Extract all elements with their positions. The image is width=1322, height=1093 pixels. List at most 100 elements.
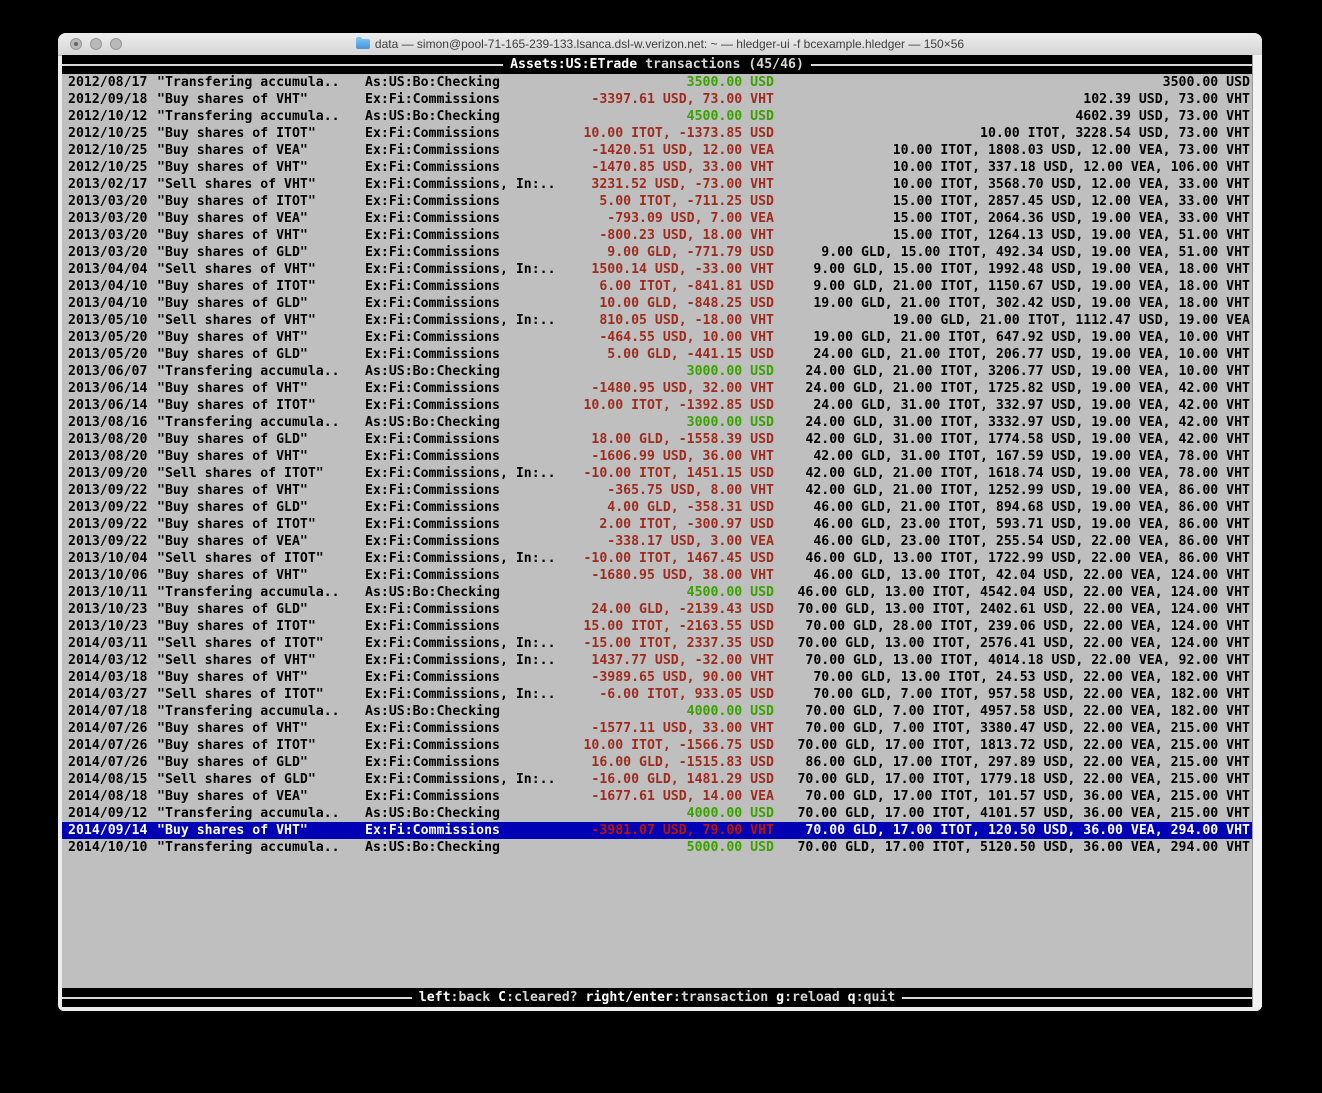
table-row[interactable]: 2014/03/12"Sell shares of VHT"Ex:Fi:Comm…: [62, 652, 1252, 669]
table-row[interactable]: 2014/09/12"Transfering accumula..As:US:B…: [62, 805, 1252, 822]
transaction-change-amount: 15.00 ITOT, -2163.55 USD: [583, 618, 774, 635]
transaction-date: 2013/09/22: [68, 533, 147, 550]
transaction-description: "Sell shares of ITOT": [157, 465, 324, 482]
table-row[interactable]: 2013/10/11"Transfering accumula..As:US:B…: [62, 584, 1252, 601]
transaction-description: "Buy shares of ITOT": [157, 278, 316, 295]
transaction-date: 2013/10/06: [68, 567, 147, 584]
header-rule-right: [811, 64, 1252, 66]
transaction-running-balance: 10.00 ITOT, 337.18 USD, 12.00 VEA, 106.0…: [893, 159, 1250, 176]
table-row[interactable]: 2014/07/26"Buy shares of VHT"Ex:Fi:Commi…: [62, 720, 1252, 737]
transaction-change-amount: 2.00 ITOT, -300.97 USD: [599, 516, 774, 533]
table-row[interactable]: 2014/08/15"Sell shares of GLD"Ex:Fi:Comm…: [62, 771, 1252, 788]
transaction-accounts: Ex:Fi:Commissions: [365, 754, 500, 771]
transaction-change-amount: 810.05 USD, -18.00 VHT: [599, 312, 774, 329]
transaction-running-balance: 70.00 GLD, 17.00 ITOT, 101.57 USD, 36.00…: [805, 788, 1250, 805]
table-row[interactable]: 2014/07/26"Buy shares of ITOT"Ex:Fi:Comm…: [62, 737, 1252, 754]
transaction-accounts: As:US:Bo:Checking: [365, 703, 500, 720]
table-row[interactable]: 2013/10/06"Buy shares of VHT"Ex:Fi:Commi…: [62, 567, 1252, 584]
transaction-accounts: Ex:Fi:Commissions, In:..: [365, 652, 556, 669]
transaction-running-balance: 24.00 GLD, 21.00 ITOT, 3206.77 USD, 19.0…: [805, 363, 1250, 380]
transaction-accounts: Ex:Fi:Commissions: [365, 193, 500, 210]
table-row[interactable]: 2013/09/22"Buy shares of ITOT"Ex:Fi:Comm…: [62, 516, 1252, 533]
table-row[interactable]: 2012/10/25"Buy shares of ITOT"Ex:Fi:Comm…: [62, 125, 1252, 142]
table-row[interactable]: 2013/03/20"Buy shares of VHT"Ex:Fi:Commi…: [62, 227, 1252, 244]
transaction-date: 2013/10/23: [68, 601, 147, 618]
transaction-change-amount: 5000.00 USD: [687, 839, 774, 856]
table-row[interactable]: 2013/08/16"Transfering accumula..As:US:B…: [62, 414, 1252, 431]
table-row[interactable]: 2013/03/20"Buy shares of ITOT"Ex:Fi:Comm…: [62, 193, 1252, 210]
table-row[interactable]: 2013/04/10"Buy shares of ITOT"Ex:Fi:Comm…: [62, 278, 1252, 295]
transaction-change-amount: 6.00 ITOT, -841.81 USD: [599, 278, 774, 295]
table-row[interactable]: 2013/10/04"Sell shares of ITOT"Ex:Fi:Com…: [62, 550, 1252, 567]
transaction-running-balance: 10.00 ITOT, 3228.54 USD, 73.00 VHT: [980, 125, 1250, 142]
table-row[interactable]: 2013/08/20"Buy shares of GLD"Ex:Fi:Commi…: [62, 431, 1252, 448]
table-row[interactable]: 2014/03/11"Sell shares of ITOT"Ex:Fi:Com…: [62, 635, 1252, 652]
table-row[interactable]: 2013/05/10"Sell shares of VHT"Ex:Fi:Comm…: [62, 312, 1252, 329]
close-button[interactable]: [70, 38, 82, 50]
transaction-accounts: Ex:Fi:Commissions: [365, 788, 500, 805]
transaction-description: "Buy shares of ITOT": [157, 193, 316, 210]
transaction-description: "Buy shares of VHT": [157, 822, 308, 839]
transaction-running-balance: 19.00 GLD, 21.00 ITOT, 647.92 USD, 19.00…: [813, 329, 1250, 346]
transaction-running-balance: 19.00 GLD, 21.00 ITOT, 302.42 USD, 19.00…: [813, 295, 1250, 312]
transaction-change-amount: 18.00 GLD, -1558.39 USD: [591, 431, 774, 448]
table-row[interactable]: 2013/05/20"Buy shares of GLD"Ex:Fi:Commi…: [62, 346, 1252, 363]
table-row[interactable]: 2014/10/10"Transfering accumula..As:US:B…: [62, 839, 1252, 856]
table-row[interactable]: 2014/03/18"Buy shares of VHT"Ex:Fi:Commi…: [62, 669, 1252, 686]
table-row[interactable]: 2013/10/23"Buy shares of GLD"Ex:Fi:Commi…: [62, 601, 1252, 618]
table-row[interactable]: 2014/07/26"Buy shares of GLD"Ex:Fi:Commi…: [62, 754, 1252, 771]
transaction-date: 2013/04/10: [68, 295, 147, 312]
table-row[interactable]: 2012/10/25"Buy shares of VEA"Ex:Fi:Commi…: [62, 142, 1252, 159]
minimize-button[interactable]: [90, 38, 102, 50]
table-row[interactable]: 2013/09/22"Buy shares of VHT"Ex:Fi:Commi…: [62, 482, 1252, 499]
transaction-description: "Sell shares of ITOT": [157, 635, 324, 652]
table-row[interactable]: 2013/09/22"Buy shares of GLD"Ex:Fi:Commi…: [62, 499, 1252, 516]
transaction-date: 2013/10/11: [68, 584, 147, 601]
scrollbar-track[interactable]: [1253, 55, 1262, 1007]
zoom-button[interactable]: [110, 38, 122, 50]
table-row[interactable]: 2013/04/10"Buy shares of GLD"Ex:Fi:Commi…: [62, 295, 1252, 312]
table-row[interactable]: 2013/06/14"Buy shares of ITOT"Ex:Fi:Comm…: [62, 397, 1252, 414]
table-row[interactable]: 2013/03/20"Buy shares of GLD"Ex:Fi:Commi…: [62, 244, 1252, 261]
table-row[interactable]: 2013/04/04"Sell shares of VHT"Ex:Fi:Comm…: [62, 261, 1252, 278]
table-row[interactable]: 2014/07/18"Transfering accumula..As:US:B…: [62, 703, 1252, 720]
transaction-date: 2012/10/25: [68, 159, 147, 176]
transaction-description: "Buy shares of VEA": [157, 142, 308, 159]
transaction-date: 2013/02/17: [68, 176, 147, 193]
transaction-accounts: As:US:Bo:Checking: [365, 839, 500, 856]
table-row[interactable]: 2014/03/27"Sell shares of ITOT"Ex:Fi:Com…: [62, 686, 1252, 703]
table-row[interactable]: 2013/05/20"Buy shares of VHT"Ex:Fi:Commi…: [62, 329, 1252, 346]
table-row[interactable]: 2013/03/20"Buy shares of VEA"Ex:Fi:Commi…: [62, 210, 1252, 227]
hint-key: C: [498, 990, 506, 1005]
transaction-accounts: Ex:Fi:Commissions, In:..: [365, 176, 556, 193]
table-row[interactable]: 2013/09/22"Buy shares of VEA"Ex:Fi:Commi…: [62, 533, 1252, 550]
window-titlebar[interactable]: data — simon@pool-71-165-239-133.lsanca.…: [58, 33, 1262, 56]
table-row[interactable]: 2012/08/17"Transfering accumula..As:US:B…: [62, 74, 1252, 91]
table-row[interactable]: 2013/06/14"Buy shares of VHT"Ex:Fi:Commi…: [62, 380, 1252, 397]
transaction-running-balance: 46.00 GLD, 13.00 ITOT, 1722.99 USD, 22.0…: [805, 550, 1250, 567]
table-row[interactable]: 2012/09/18"Buy shares of VHT"Ex:Fi:Commi…: [62, 91, 1252, 108]
transaction-running-balance: 70.00 GLD, 7.00 ITOT, 957.58 USD, 22.00 …: [813, 686, 1250, 703]
transaction-accounts: As:US:Bo:Checking: [365, 414, 500, 431]
transaction-running-balance: 70.00 GLD, 17.00 ITOT, 5120.50 USD, 36.0…: [797, 839, 1250, 856]
keybinding-footer-bar: left:back C:cleared? right/enter:transac…: [62, 988, 1252, 1007]
table-row[interactable]: 2014/08/18"Buy shares of VEA"Ex:Fi:Commi…: [62, 788, 1252, 805]
table-row[interactable]: 2013/02/17"Sell shares of VHT"Ex:Fi:Comm…: [62, 176, 1252, 193]
transaction-change-amount: 1500.14 USD, -33.00 VHT: [591, 261, 774, 278]
hint-desc: :back: [451, 990, 491, 1005]
transaction-date: 2014/07/26: [68, 720, 147, 737]
table-row[interactable]: 2013/08/20"Buy shares of VHT"Ex:Fi:Commi…: [62, 448, 1252, 465]
table-row[interactable]: 2013/09/20"Sell shares of ITOT"Ex:Fi:Com…: [62, 465, 1252, 482]
transaction-accounts: Ex:Fi:Commissions: [365, 346, 500, 363]
table-row[interactable]: 2014/09/14"Buy shares of VHT"Ex:Fi:Commi…: [62, 822, 1252, 839]
table-row[interactable]: 2012/10/25"Buy shares of VHT"Ex:Fi:Commi…: [62, 159, 1252, 176]
table-row[interactable]: 2012/10/12"Transfering accumula..As:US:B…: [62, 108, 1252, 125]
transaction-description: "Buy shares of GLD": [157, 244, 308, 261]
transaction-running-balance: 24.00 GLD, 31.00 ITOT, 332.97 USD, 19.00…: [813, 397, 1250, 414]
window-title: data — simon@pool-71-165-239-133.lsanca.…: [356, 37, 964, 51]
transaction-accounts: Ex:Fi:Commissions: [365, 499, 500, 516]
transaction-accounts: Ex:Fi:Commissions: [365, 448, 500, 465]
transaction-accounts: Ex:Fi:Commissions: [365, 516, 500, 533]
table-row[interactable]: 2013/06/07"Transfering accumula..As:US:B…: [62, 363, 1252, 380]
table-row[interactable]: 2013/10/23"Buy shares of ITOT"Ex:Fi:Comm…: [62, 618, 1252, 635]
